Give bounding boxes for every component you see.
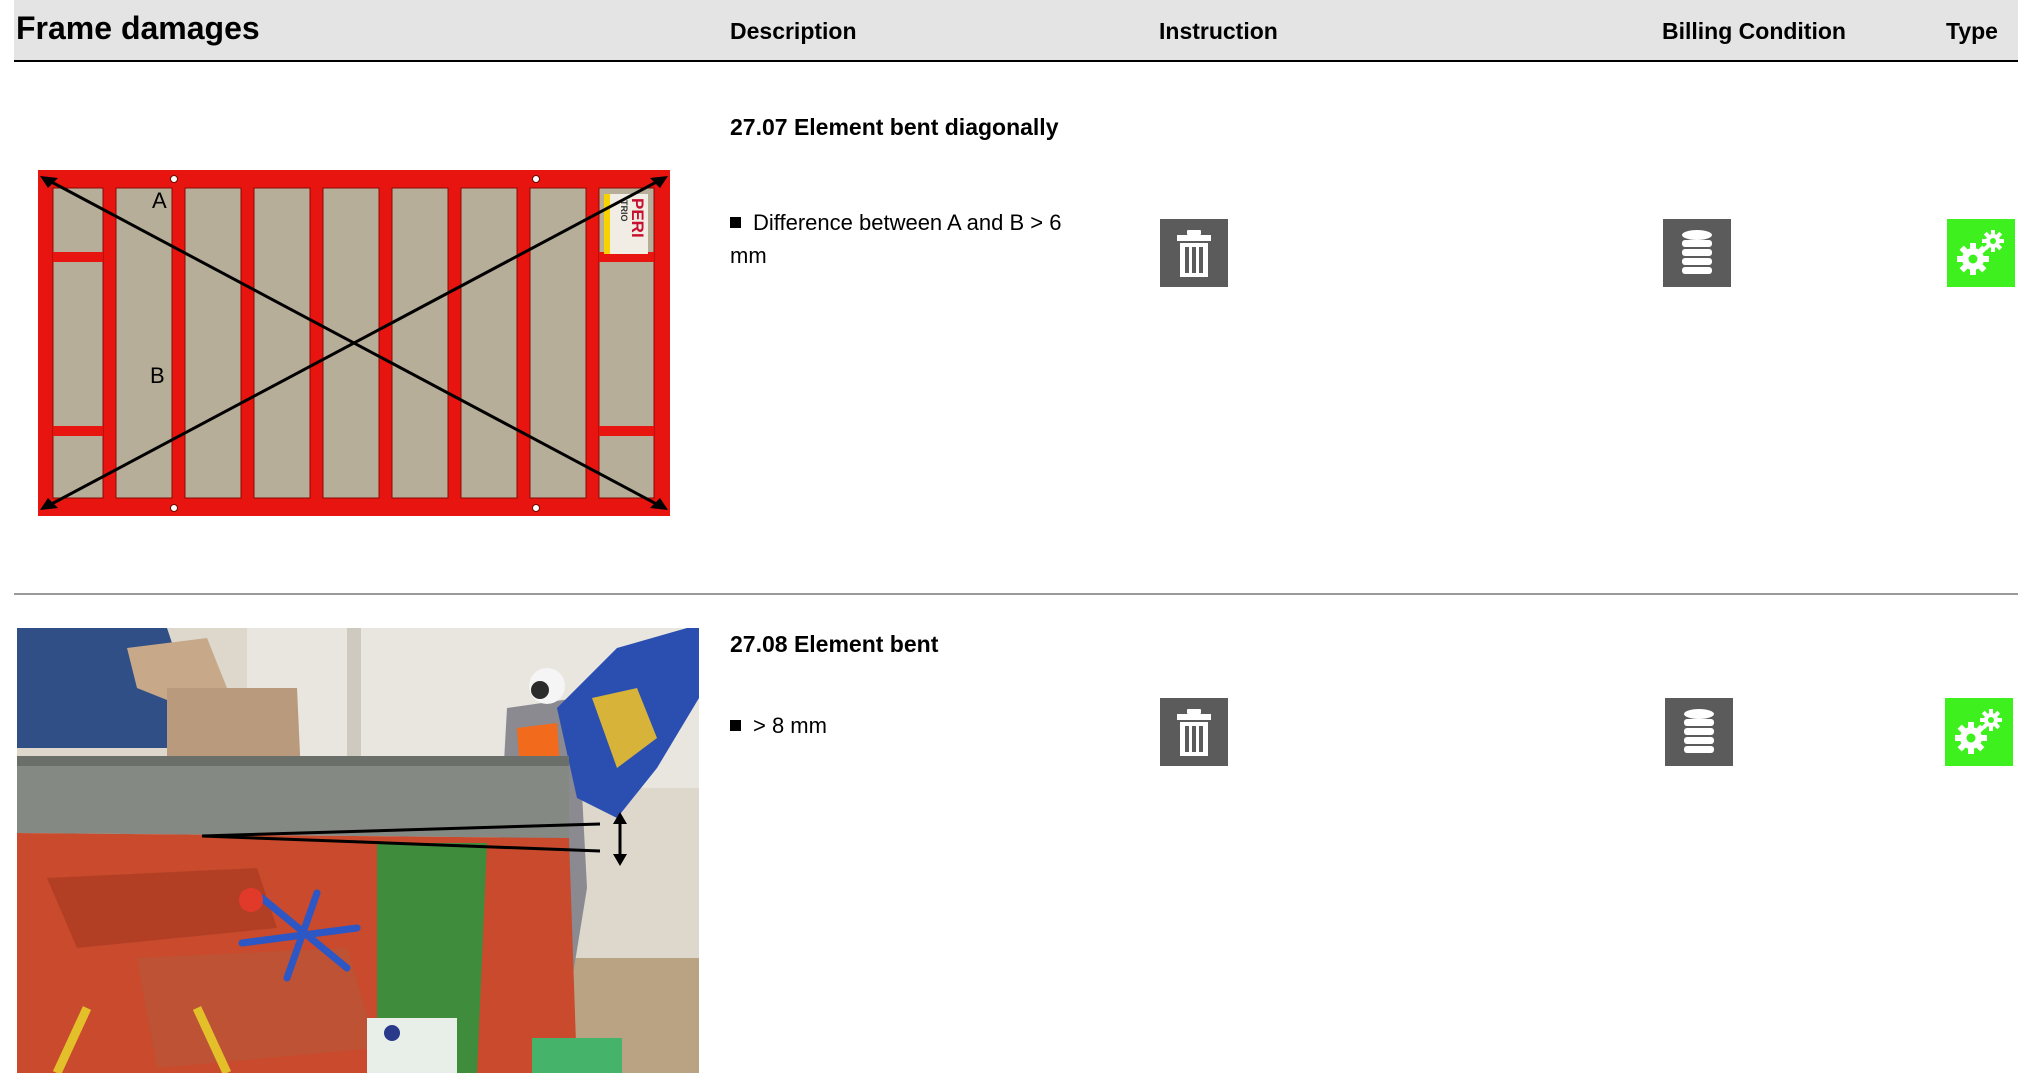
column-header-type: Type: [1946, 18, 1998, 44]
damage-title: 27.07 Element bent diagonally: [730, 114, 1059, 140]
coin-stack-icon: [1665, 698, 1733, 766]
damage-title: 27.08 Element bent: [730, 631, 939, 657]
coin-stack-icon: [1663, 219, 1731, 287]
page-title: Frame damages: [16, 10, 260, 46]
column-header-description: Description: [730, 18, 857, 44]
column-header-billing: Billing Condition: [1662, 18, 1846, 44]
gears-icon: [1947, 219, 2015, 287]
brand-logo: PERI: [628, 198, 647, 238]
diagonal-label-b: B: [150, 363, 165, 388]
model-label: TRIO: [619, 200, 629, 222]
gears-icon: [1945, 698, 2013, 766]
diagonal-label-a: A: [152, 188, 167, 213]
trash-icon: [1160, 219, 1228, 287]
bullet-square-icon: [730, 217, 741, 228]
row-divider: [14, 593, 2018, 595]
trash-icon: [1160, 698, 1228, 766]
bent-element-photo: [17, 628, 699, 1078]
damage-criterion: > 8 mm: [730, 709, 1090, 742]
column-header-instruction: Instruction: [1159, 18, 1278, 44]
damage-criterion: Difference between A and B > 6 mm: [730, 210, 1062, 268]
bullet-square-icon: [730, 720, 741, 731]
table-header: Frame damages Description Instruction Bi…: [14, 0, 2018, 62]
frame-diagram: TRIO PERI A B: [38, 170, 670, 521]
